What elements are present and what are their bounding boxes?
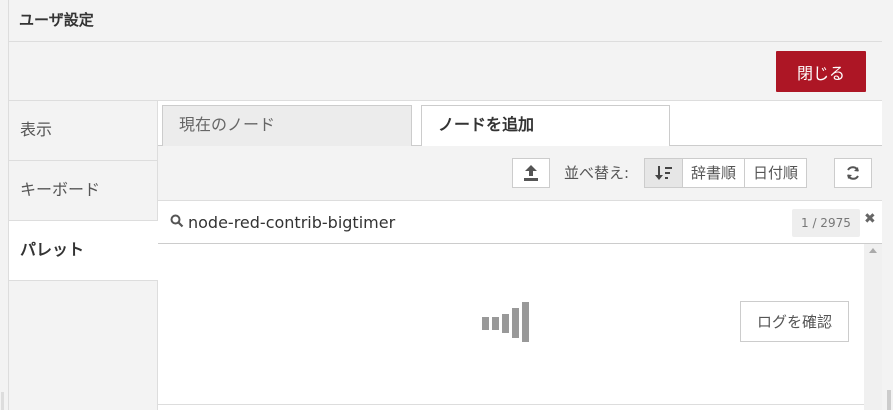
refresh-icon: [847, 166, 859, 180]
sidebar-item-view[interactable]: 表示: [9, 101, 157, 161]
sort-order-button[interactable]: [645, 159, 683, 187]
page-background-strip: [882, 0, 893, 410]
settings-sidebar: 表示 キーボード パレット: [9, 101, 158, 410]
dialog-title: ユーザ設定: [19, 11, 94, 29]
sort-alphabetical-button[interactable]: 辞書順: [683, 159, 746, 187]
sort-date-button[interactable]: 日付順: [745, 159, 806, 187]
search-input[interactable]: [188, 209, 778, 235]
tab-install[interactable]: ノードを追加: [421, 105, 670, 147]
refresh-button[interactable]: [834, 158, 872, 188]
page-scrollbar[interactable]: [887, 390, 891, 410]
user-settings-dialog: ユーザ設定 閉じる 表示 キーボード パレット 現在のノード ノードを追加 並べ…: [8, 0, 884, 410]
sidebar-item-label: キーボード: [20, 180, 101, 199]
sort-button-group: 辞書順 日付順: [644, 158, 808, 188]
sort-desc-icon: [654, 166, 672, 180]
search-icon: [170, 214, 184, 228]
dialog-titlebar: ユーザ設定: [9, 0, 883, 42]
sidebar-item-label: 表示: [20, 120, 53, 139]
palette-tabbar: 現在のノード ノードを追加: [158, 101, 883, 147]
clear-search-icon[interactable]: ✖: [864, 211, 876, 227]
palette-toolbar: 並べ替え: 辞書順 日付順: [158, 146, 883, 201]
upload-icon: [524, 165, 538, 181]
sidebar-item-palette[interactable]: パレット: [9, 221, 158, 281]
search-row: 1 / 2975 ✖: [158, 201, 883, 244]
sidebar-item-keyboard[interactable]: キーボード: [9, 161, 157, 221]
page-edge-mark: [1, 392, 4, 410]
view-log-button[interactable]: ログを確認: [740, 301, 849, 342]
scroll-up-arrow-icon[interactable]: [869, 248, 877, 253]
tab-current-nodes[interactable]: 現在のノード: [162, 105, 412, 146]
sidebar-item-label: パレット: [20, 240, 85, 259]
loading-spinner-icon: [482, 302, 529, 342]
sort-label: 並べ替え:: [564, 164, 630, 182]
close-button[interactable]: 閉じる: [776, 51, 866, 92]
results-scrollbar[interactable]: [864, 244, 883, 410]
palette-content: 現在のノード ノードを追加 並べ替え: 辞書順 日付順 node-red-con…: [158, 101, 883, 410]
palette-results-list: ログを確認: [158, 244, 864, 405]
result-count-badge: 1 / 2975: [792, 209, 860, 237]
dialog-button-bar: 閉じる: [9, 42, 883, 101]
upload-button[interactable]: [512, 158, 550, 188]
